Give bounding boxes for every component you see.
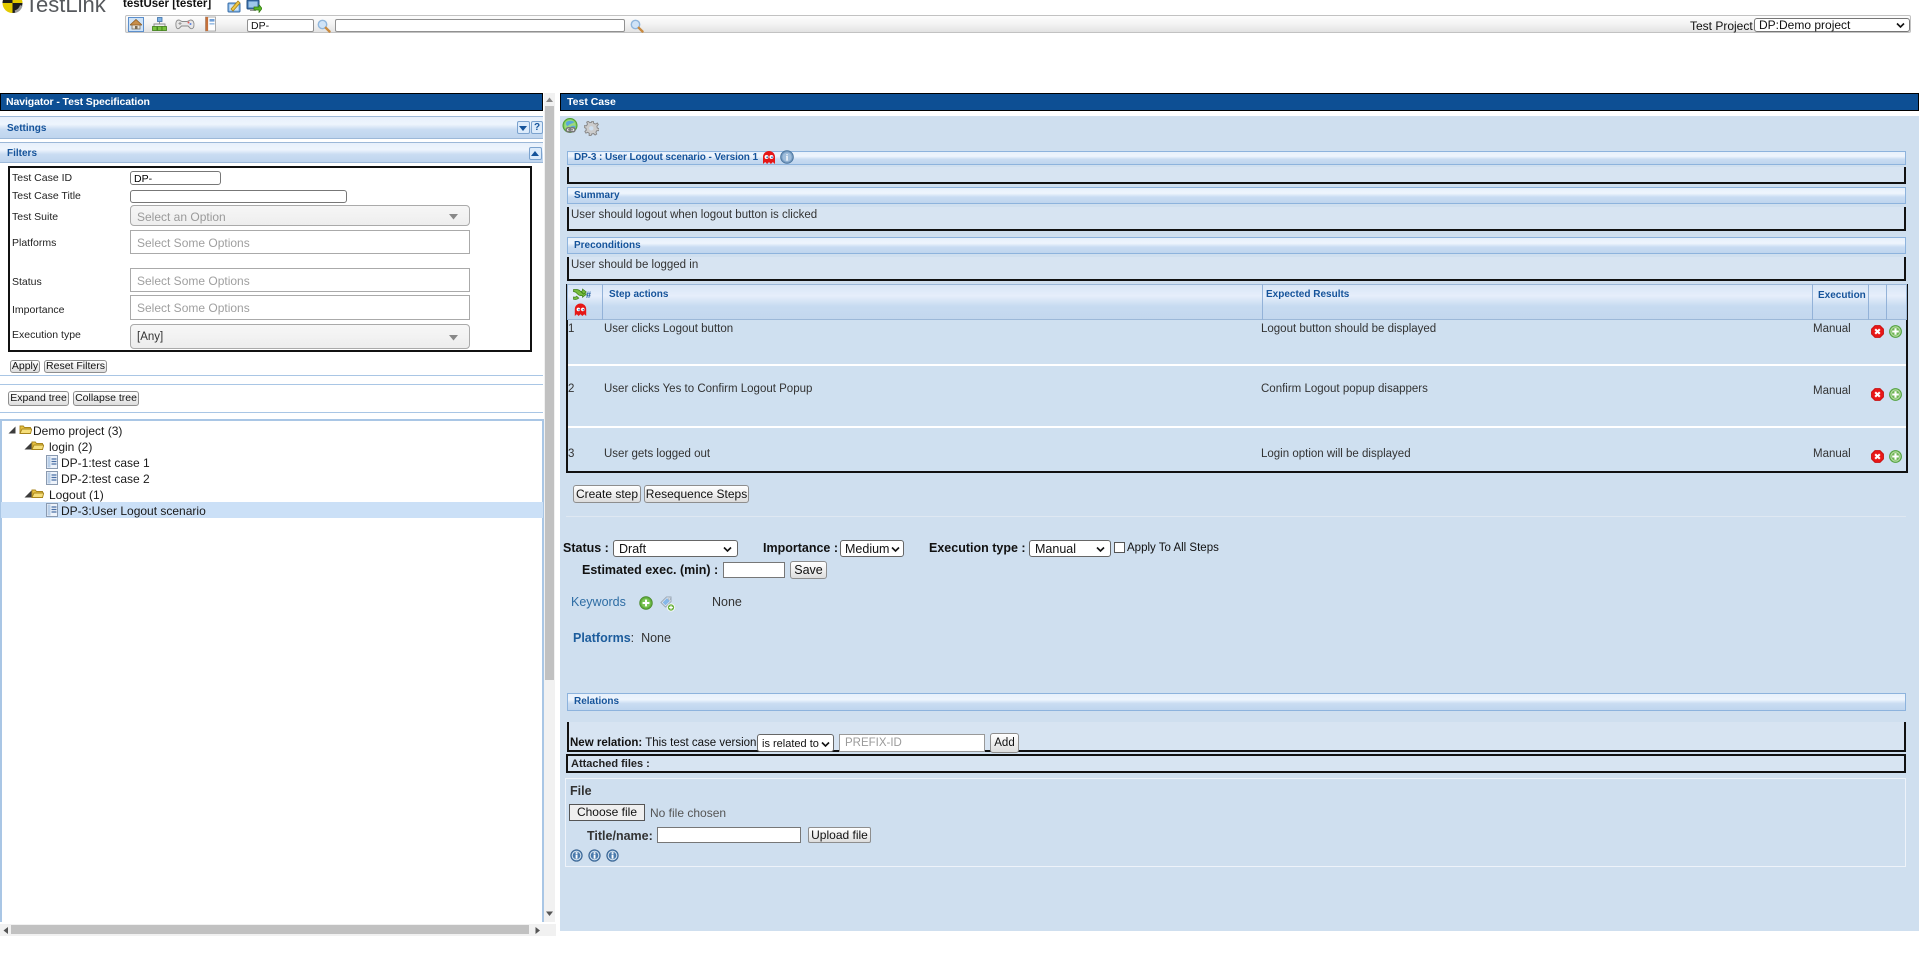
svg-text:TestLink: TestLink xyxy=(25,0,107,16)
